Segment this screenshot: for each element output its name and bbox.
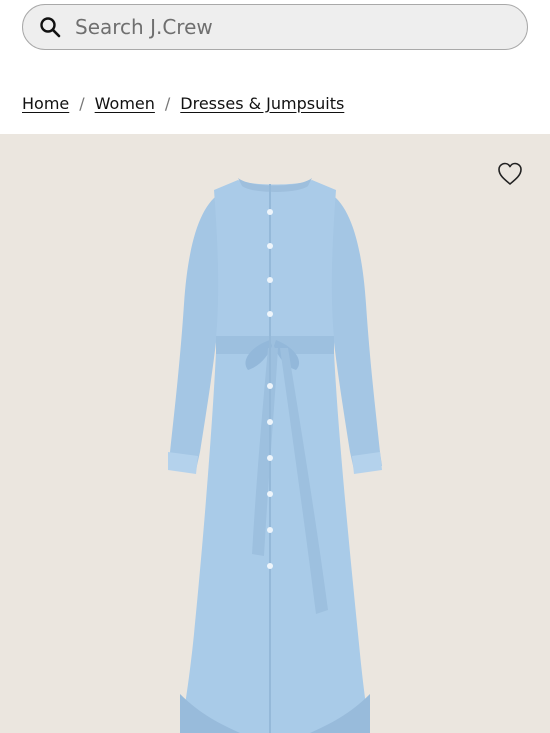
product-image[interactable] (0, 134, 550, 733)
breadcrumb-separator: / (79, 93, 85, 113)
dress-illustration (168, 178, 382, 733)
breadcrumb-women-link[interactable]: Women (95, 94, 155, 113)
heart-outline-icon[interactable] (496, 160, 524, 188)
search-input[interactable] (75, 15, 475, 39)
search-bar[interactable] (22, 4, 528, 50)
breadcrumb-dresses-jumpsuits-link[interactable]: Dresses & Jumpsuits (180, 94, 344, 113)
breadcrumb-home-link[interactable]: Home (22, 94, 69, 113)
product-page: Home / Women / Dresses & Jumpsuits (0, 0, 550, 733)
breadcrumb-separator: / (164, 93, 171, 113)
search-icon[interactable] (39, 16, 61, 38)
breadcrumb: Home / Women / Dresses & Jumpsuits (22, 91, 344, 115)
